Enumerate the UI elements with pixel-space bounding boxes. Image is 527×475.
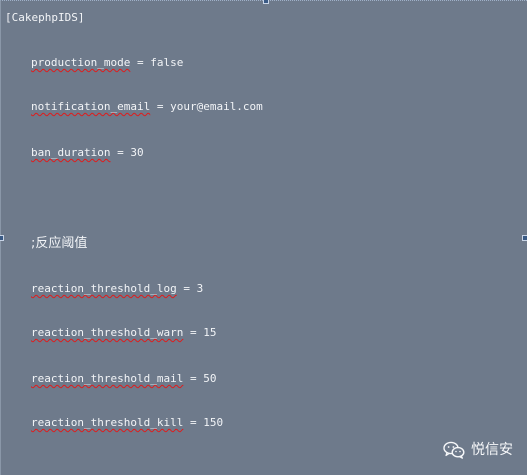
- config-value: = 30: [110, 146, 144, 159]
- config-line-threshold-log: reaction_threshold_log = 3: [31, 282, 203, 296]
- config-key: reaction_threshold_log: [31, 282, 177, 295]
- config-key: reaction_threshold_mail: [31, 372, 184, 385]
- config-value: = 3: [176, 282, 204, 295]
- config-value: = your@email.com: [150, 100, 263, 113]
- config-key: ban_duration: [31, 146, 111, 159]
- config-value: = false: [130, 56, 184, 69]
- config-line-threshold-mail: reaction_threshold_mail = 50: [31, 372, 216, 386]
- watermark: 悦信安: [443, 441, 513, 459]
- config-line-threshold-warn: reaction_threshold_warn = 15: [31, 326, 216, 340]
- selection-handle-right[interactable]: [522, 235, 527, 241]
- watermark-label: 悦信安: [471, 442, 513, 458]
- config-key: reaction_threshold_kill: [31, 416, 184, 429]
- wechat-icon: [443, 441, 465, 459]
- comment-reaction-threshold: ;反应阈值: [31, 236, 88, 251]
- config-value: = 50: [183, 372, 217, 385]
- config-value: = 15: [183, 326, 217, 339]
- config-line-ban-duration: ban_duration = 30: [31, 146, 144, 160]
- config-key: notification_email: [31, 100, 151, 113]
- config-line-threshold-kill: reaction_threshold_kill = 150: [31, 416, 223, 430]
- config-key: production_mode: [31, 56, 131, 69]
- config-line-production-mode: production_mode = false: [31, 56, 183, 70]
- selection-handle-left[interactable]: [0, 235, 4, 241]
- section-header: [CakephpIDS]: [5, 11, 85, 24]
- config-value: = 150: [183, 416, 224, 429]
- selection-handle-top-right[interactable]: [263, 0, 269, 4]
- text-editor-area[interactable]: [CakephpIDS] production_mode = false not…: [0, 0, 527, 475]
- config-key: reaction_threshold_warn: [31, 326, 184, 339]
- config-line-notification-email: notification_email = your@email.com: [31, 100, 263, 114]
